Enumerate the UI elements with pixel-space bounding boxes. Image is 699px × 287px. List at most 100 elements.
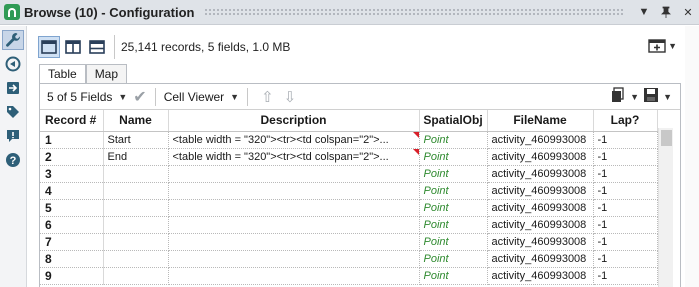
filename-cell[interactable]: activity_460993008: [487, 233, 594, 251]
tag-icon[interactable]: [2, 102, 24, 122]
description-cell[interactable]: <table width = "320"><tr><td colspan="2"…: [168, 131, 420, 149]
table-row[interactable]: 9 Point activity_460993008 -1: [40, 267, 658, 285]
spatialobj-cell[interactable]: Point: [419, 131, 488, 149]
help-icon[interactable]: ?: [2, 150, 24, 170]
spatialobj-cell[interactable]: Point: [419, 216, 488, 234]
arrow-up-icon[interactable]: ⇧: [261, 88, 274, 106]
table-row[interactable]: 5 Point activity_460993008 -1: [40, 199, 658, 217]
chevron-down-icon[interactable]: ▼: [668, 41, 677, 51]
lap-cell[interactable]: -1: [593, 131, 658, 149]
arrow-down-icon[interactable]: ⇩: [284, 88, 297, 106]
annotation-icon[interactable]: [2, 126, 24, 146]
filename-cell[interactable]: activity_460993008: [487, 182, 594, 200]
record-number[interactable]: 3: [40, 165, 104, 183]
record-number[interactable]: 6: [40, 216, 104, 234]
filename-cell[interactable]: activity_460993008: [487, 216, 594, 234]
close-icon[interactable]: ✕: [677, 2, 699, 22]
lap-cell[interactable]: -1: [593, 182, 658, 200]
fields-select[interactable]: 5 of 5 Fields ▼: [47, 90, 127, 104]
apply-check-icon[interactable]: ✔: [133, 87, 146, 107]
spatialobj-cell[interactable]: Point: [419, 267, 488, 285]
name-cell[interactable]: [103, 267, 169, 285]
chevron-down-icon[interactable]: ▼: [663, 92, 672, 102]
svg-text:?: ?: [10, 155, 17, 167]
description-cell[interactable]: [168, 182, 420, 200]
column-header-filename[interactable]: FileName: [487, 110, 594, 132]
column-header-record[interactable]: Record #: [40, 110, 104, 132]
record-number[interactable]: 2: [40, 148, 104, 166]
column-header-description[interactable]: Description: [168, 110, 420, 132]
name-cell[interactable]: [103, 182, 169, 200]
description-cell[interactable]: <table width = "320"><tr><td colspan="2"…: [168, 148, 420, 166]
filename-cell[interactable]: activity_460993008: [487, 165, 594, 183]
table-row[interactable]: 1 Start <table width = "320"><tr><td col…: [40, 131, 658, 149]
lap-cell[interactable]: -1: [593, 148, 658, 166]
split-vertical-icon[interactable]: [62, 36, 84, 58]
record-number[interactable]: 8: [40, 250, 104, 268]
record-number[interactable]: 9: [40, 267, 104, 285]
description-cell[interactable]: [168, 267, 420, 285]
record-number[interactable]: 1: [40, 131, 104, 149]
description-cell[interactable]: [168, 165, 420, 183]
tab-table[interactable]: Table: [39, 64, 86, 84]
table-row[interactable]: 7 Point activity_460993008 -1: [40, 233, 658, 251]
window-scrollbar[interactable]: [685, 26, 699, 287]
chevron-down-icon[interactable]: ▼: [630, 92, 639, 102]
column-header-spatialobj[interactable]: SpatialObj: [419, 110, 488, 132]
table-vertical-scrollbar[interactable]: [658, 128, 673, 287]
lap-cell[interactable]: -1: [593, 165, 658, 183]
copy-icon[interactable]: [610, 87, 626, 106]
split-horizontal-icon[interactable]: [86, 36, 108, 58]
spatialobj-cell[interactable]: Point: [419, 250, 488, 268]
add-panel-button[interactable]: ▼: [648, 38, 677, 54]
record-number[interactable]: 7: [40, 233, 104, 251]
lap-cell[interactable]: -1: [593, 267, 658, 285]
spatialobj-cell[interactable]: Point: [419, 148, 488, 166]
name-cell[interactable]: [103, 216, 169, 234]
filename-cell[interactable]: activity_460993008: [487, 199, 594, 217]
spatialobj-cell[interactable]: Point: [419, 165, 488, 183]
lap-cell[interactable]: -1: [593, 233, 658, 251]
lap-cell[interactable]: -1: [593, 250, 658, 268]
description-cell[interactable]: [168, 216, 420, 234]
name-cell[interactable]: [103, 199, 169, 217]
name-cell[interactable]: [103, 233, 169, 251]
title-grip[interactable]: [204, 7, 623, 17]
save-icon[interactable]: [643, 87, 659, 106]
column-header-lap[interactable]: Lap?: [593, 110, 658, 132]
filename-cell[interactable]: activity_460993008: [487, 131, 594, 149]
spatialobj-cell[interactable]: Point: [419, 182, 488, 200]
record-number[interactable]: 4: [40, 182, 104, 200]
tab-map[interactable]: Map: [85, 64, 128, 83]
scrollbar-thumb[interactable]: [661, 130, 672, 146]
description-cell[interactable]: [168, 250, 420, 268]
dropdown-icon[interactable]: ▼: [633, 2, 655, 22]
wrench-icon[interactable]: [2, 30, 24, 50]
spatialobj-cell[interactable]: Point: [419, 233, 488, 251]
name-cell[interactable]: Start: [103, 131, 169, 149]
lap-cell[interactable]: -1: [593, 199, 658, 217]
table-row[interactable]: 8 Point activity_460993008 -1: [40, 250, 658, 268]
filename-cell[interactable]: activity_460993008: [487, 267, 594, 285]
pin-icon[interactable]: [655, 2, 677, 22]
table-row[interactable]: 2 End <table width = "320"><tr><td colsp…: [40, 148, 658, 166]
filename-cell[interactable]: activity_460993008: [487, 250, 594, 268]
table-row[interactable]: 3 Point activity_460993008 -1: [40, 165, 658, 183]
table-row[interactable]: 4 Point activity_460993008 -1: [40, 182, 658, 200]
name-cell[interactable]: End: [103, 148, 169, 166]
name-cell[interactable]: [103, 165, 169, 183]
single-view-icon[interactable]: [38, 36, 60, 58]
filename-cell[interactable]: activity_460993008: [487, 148, 594, 166]
spatialobj-cell[interactable]: Point: [419, 199, 488, 217]
column-header-name[interactable]: Name: [103, 110, 169, 132]
name-cell[interactable]: [103, 250, 169, 268]
output-icon[interactable]: [2, 78, 24, 98]
description-cell[interactable]: [168, 233, 420, 251]
record-number[interactable]: 5: [40, 199, 104, 217]
target-icon[interactable]: [2, 54, 24, 74]
table-row[interactable]: 6 Point activity_460993008 -1: [40, 216, 658, 234]
export-tools: ▼ ▼: [610, 87, 672, 106]
lap-cell[interactable]: -1: [593, 216, 658, 234]
cell-viewer-select[interactable]: Cell Viewer ▼: [164, 90, 239, 104]
description-cell[interactable]: [168, 199, 420, 217]
